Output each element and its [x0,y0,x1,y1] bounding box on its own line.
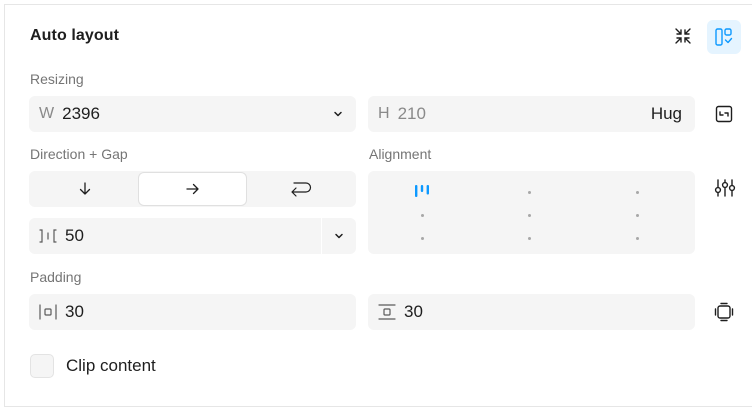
alignment-middle-center[interactable] [528,214,531,217]
arrow-down-icon [79,182,90,195]
height-field[interactable]: H 210 Hug [368,96,695,132]
alignment-bottom-right[interactable] [636,237,639,240]
horizontal-padding-icon [39,304,57,320]
alignment-label: Alignment [369,146,432,162]
width-value[interactable]: 2396 [62,104,100,124]
horizontal-padding-field[interactable]: 30 [29,294,356,330]
direction-horizontal-button[interactable] [138,173,247,205]
gap-value[interactable]: 50 [65,226,84,246]
alignment-middle-left[interactable] [421,214,424,217]
layout-settings-icon[interactable] [707,20,741,54]
panel-title: Auto layout [30,27,120,44]
wrap-icon [291,182,312,197]
direction-wrap-button[interactable] [246,173,354,205]
chevron-down-icon[interactable] [332,108,344,120]
direction-segmented-control [29,171,356,207]
height-value[interactable]: 210 [398,104,426,124]
vertical-padding-value[interactable]: 30 [404,302,423,322]
resizing-label: Resizing [30,71,84,87]
alignment-top-center[interactable] [528,191,531,194]
alignment-top-right[interactable] [636,191,639,194]
alignment-middle-right[interactable] [636,214,639,217]
alignment-bottom-left[interactable] [421,237,424,240]
vertical-padding-field[interactable]: 30 [368,294,695,330]
alignment-grid[interactable] [368,171,695,254]
alignment-top-left-icon[interactable] [414,183,430,204]
alignment-bottom-center[interactable] [528,237,531,240]
height-prefix: H [378,105,390,122]
width-field[interactable]: W 2396 [29,96,356,132]
direction-vertical-button[interactable] [31,173,139,205]
gap-icon [39,229,57,243]
height-mode[interactable]: Hug [651,104,682,124]
arrow-right-icon [185,183,199,195]
chevron-down-icon[interactable] [322,230,356,242]
direction-gap-label: Direction + Gap [30,146,128,162]
gap-field[interactable]: 50 [29,218,356,254]
padding-label: Padding [30,269,82,285]
resize-to-fit-icon[interactable] [708,98,740,130]
vertical-padding-icon [378,304,396,320]
clip-content-label[interactable]: Clip content [66,356,156,376]
collapse-icon[interactable] [667,20,699,52]
horizontal-padding-value[interactable]: 30 [65,302,84,322]
individual-padding-icon[interactable] [708,296,740,328]
clip-content-checkbox[interactable] [30,354,54,378]
auto-layout-panel: Auto layout Resizing W 2396 H 210 Hug Di… [4,4,752,407]
width-prefix: W [39,105,55,122]
sliders-icon[interactable] [709,172,741,204]
